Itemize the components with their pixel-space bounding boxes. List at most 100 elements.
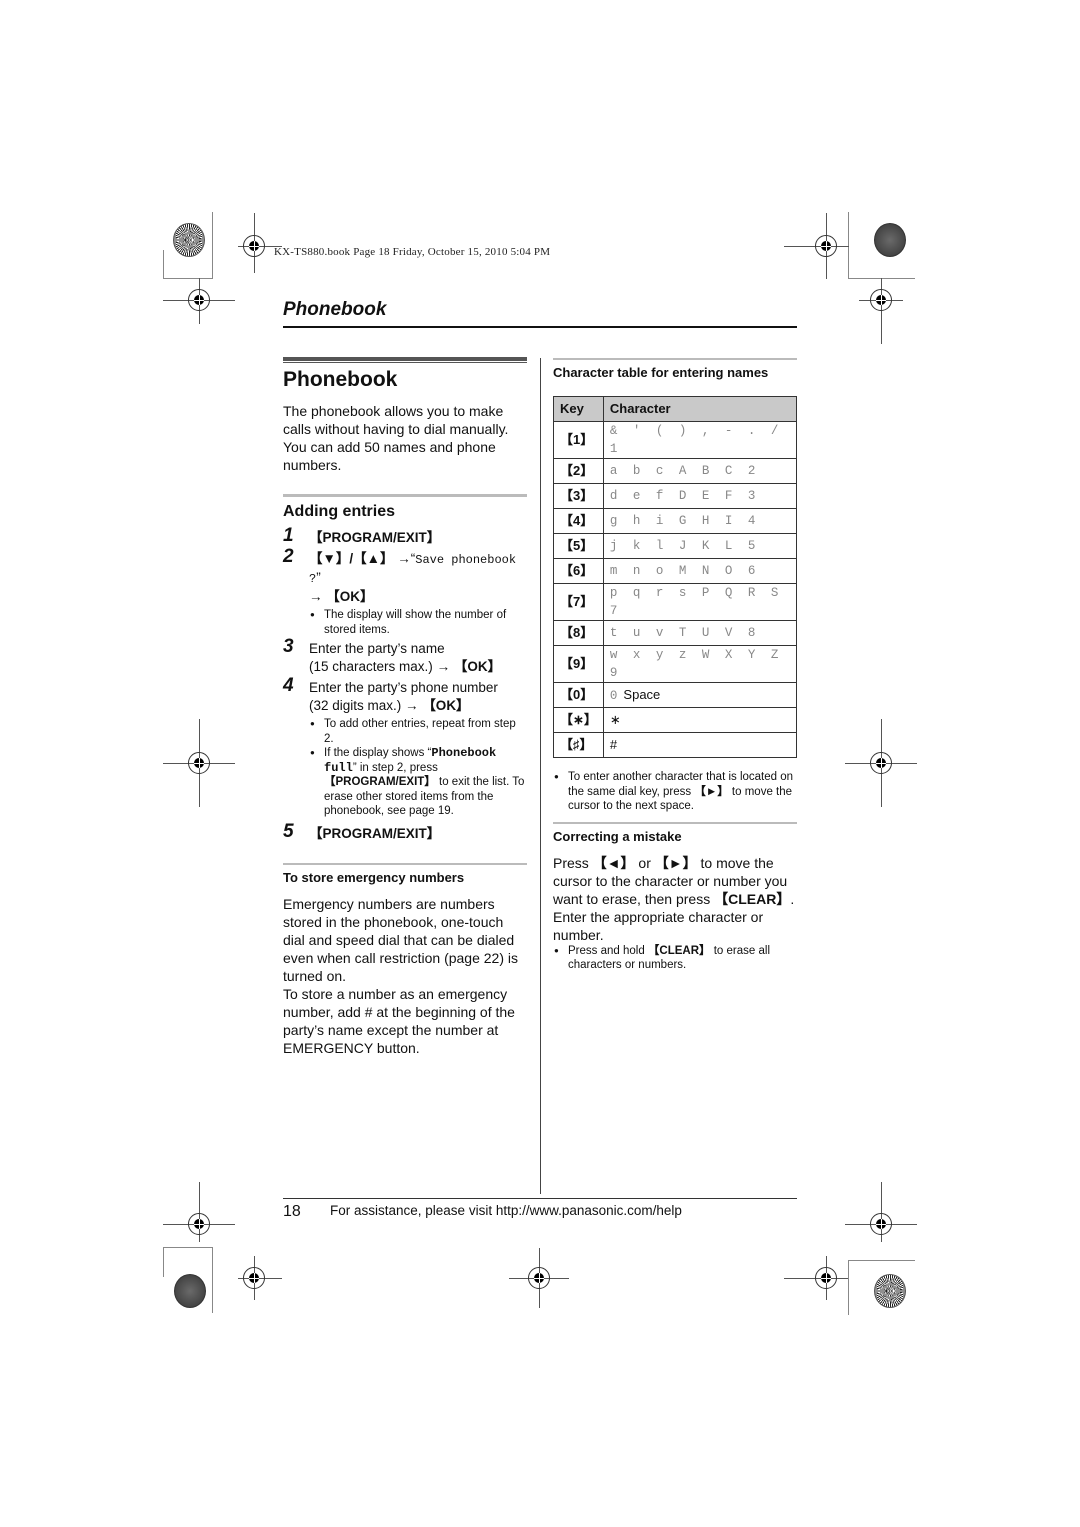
characters: & ' ( ) , - . / 1 [609, 424, 783, 456]
arrow-icon: → [436, 659, 451, 674]
step-text: (15 characters max.) [309, 659, 433, 674]
step-text: Enter the party’s name [309, 641, 445, 656]
emergency-text: Emergency numbers are numbers stored in … [283, 895, 519, 984]
table-row: 【♯】 # [553, 732, 798, 758]
step-text: (32 digits max.) [309, 698, 402, 713]
key-cell: 【∗】 [553, 707, 604, 733]
page-number: 18 [283, 1203, 301, 1220]
character-cell: j k l J K L 5 [602, 533, 798, 559]
print-header: KX-TS880.book Page 18 Friday, October 15… [274, 246, 551, 258]
key-cell: 【♯】 [553, 732, 604, 758]
crop-mark [212, 1247, 213, 1313]
characters: t u v T U V 8 [609, 626, 760, 640]
key-cell: 【4】 [553, 508, 604, 534]
table-row: 【3】 d e f D E F 3 [553, 483, 798, 509]
characters: p q r s P Q R S 7 [609, 586, 783, 618]
table-row: 【1】 & ' ( ) , - . / 1 [553, 421, 798, 459]
clear-key: 【CLEAR】 [647, 944, 711, 957]
character-cell: a b c A B C 2 [602, 458, 798, 484]
program-exit-key: 【PROGRAM/EXIT】 [324, 776, 436, 788]
correcting-heading: Correcting a mistake [553, 828, 682, 844]
step-number: 2 [283, 546, 294, 567]
crop-mark [163, 250, 164, 278]
characters: d e f D E F 3 [609, 489, 760, 503]
right-key: 【►】 [694, 785, 729, 798]
step-number: 3 [283, 636, 294, 657]
key-cell: 【3】 [553, 483, 604, 509]
emergency-heading: To store emergency numbers [283, 869, 465, 885]
step-3: 3 Enter the party’s name (15 characters … [283, 636, 527, 676]
subheading-rule [553, 821, 797, 824]
character-cell: m n o M N O 6 [602, 558, 798, 584]
character-table: Key Character 【1】 & ' ( ) , - . / 1 【2】 a b… [553, 396, 798, 758]
emergency-text: To store a number as an emergency number… [283, 985, 515, 1056]
color-target-icon [174, 1274, 206, 1308]
character-cell: ∗ [602, 707, 798, 733]
table-row: 【0】 0 Space [553, 682, 798, 708]
column-header: Character [602, 396, 798, 422]
footer-text: For assistance, please visit http://www.… [330, 1203, 682, 1218]
heading-rule [283, 362, 527, 363]
program-exit-key: 【PROGRAM/EXIT】 [309, 825, 441, 841]
crop-mark [848, 1260, 849, 1315]
note-text: Press and hold [568, 944, 648, 957]
crop-mark [163, 278, 213, 279]
characters: g h i G H I 4 [609, 514, 760, 528]
step-1: 1 【PROGRAM/EXIT】 [283, 526, 527, 547]
table-row: 【7】 p q r s P Q R S 7 [553, 583, 798, 621]
crop-mark [848, 1260, 915, 1261]
note-text: If the display shows “ [324, 747, 432, 759]
section-rule [283, 326, 797, 328]
text: or [634, 854, 655, 871]
character-cell: d e f D E F 3 [602, 483, 798, 509]
key-cell: 【7】 [553, 583, 604, 621]
table-row: 【4】 g h i G H I 4 [553, 508, 798, 534]
key-cell: 【0】 [553, 682, 604, 708]
table-heading: Character table for entering names [553, 365, 769, 380]
correcting-text: Press 【◄】 or 【►】 to move the cursor to t… [553, 854, 797, 944]
bullet-note: The display will show the number of stor… [309, 608, 527, 637]
step-number: 4 [283, 675, 294, 696]
characters: m n o M N O 6 [609, 564, 760, 578]
characters: w x y z W X Y Z 9 [609, 648, 783, 680]
crop-mark [848, 212, 849, 278]
table-row: 【8】 t u v T U V 8 [553, 620, 798, 646]
clear-key: 【CLEAR】 [714, 890, 791, 907]
color-target-icon [173, 223, 205, 257]
section-title: Phonebook [283, 299, 387, 320]
ok-key: 【OK】 [453, 659, 502, 674]
character-extra: ∗ [609, 711, 621, 727]
key-cell: 【6】 [553, 558, 604, 584]
arrow-icon: → [405, 698, 419, 713]
adding-entries-heading: Adding entries [283, 503, 396, 520]
table-row: 【5】 j k l J K L 5 [553, 533, 798, 559]
bullet-note: Press and hold 【CLEAR】 to erase all char… [553, 944, 797, 973]
table-row: 【6】 m n o M N O 6 [553, 558, 798, 584]
character-cell: & ' ( ) , - . / 1 [602, 421, 798, 459]
table-row: 【∗】 ∗ [553, 707, 798, 733]
step-number: 5 [283, 820, 294, 842]
bullet-note: If the display shows “Phonebook full” in… [309, 746, 527, 819]
step-4: 4 Enter the party’s phone number (32 dig… [283, 675, 527, 819]
arrow-icon: → [397, 551, 411, 566]
note-text: ” in step 2, press [352, 761, 438, 774]
arrow-keys: 【▼】/【▲】 [309, 551, 394, 566]
left-key: 【◄】 [592, 854, 635, 871]
crop-mark [212, 212, 213, 278]
color-target-icon [874, 223, 906, 257]
character-cell: g h i G H I 4 [602, 508, 798, 534]
arrow-icon: → [309, 589, 323, 604]
characters: 0 [609, 688, 622, 703]
page-heading: Phonebook [283, 368, 398, 391]
right-key: 【►】 [654, 854, 697, 871]
subheading-rule [553, 358, 797, 360]
color-target-icon [874, 1274, 906, 1308]
bullet-note: To add other entries, repeat from step 2… [309, 717, 527, 746]
text: Press [553, 854, 593, 871]
heading-rule [283, 357, 527, 361]
step-2: 2 【▼】/【▲】 →“Save phonebook ?” → 【OK】 The… [283, 546, 527, 637]
intro-text: The phonebook allows you to make calls w… [283, 403, 509, 473]
table-note: To enter another character that is locat… [553, 770, 797, 814]
key-cell: 【2】 [553, 458, 604, 484]
key-cell: 【5】 [553, 533, 604, 559]
